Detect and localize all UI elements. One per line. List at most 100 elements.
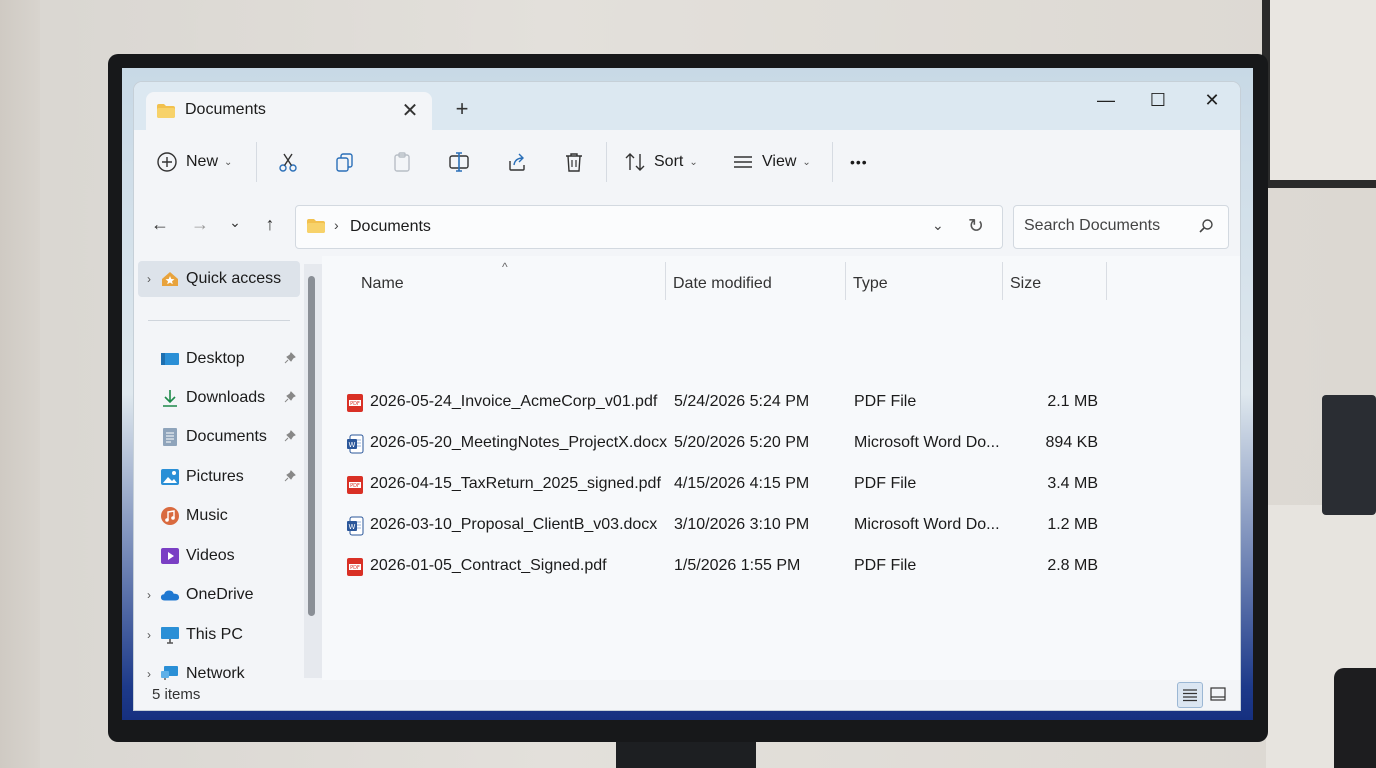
forward-button[interactable]: → — [188, 214, 212, 238]
view-button[interactable]: View ⌄ — [732, 148, 811, 176]
details-view-button[interactable] — [1177, 682, 1203, 708]
column-header-size[interactable]: Size — [1010, 266, 1041, 302]
share-button[interactable] — [506, 148, 528, 176]
address-dropdown-button[interactable]: ⌄ — [932, 217, 944, 234]
maximize-button[interactable]: ☐ — [1138, 90, 1178, 120]
word-icon: W — [346, 516, 364, 541]
file-list: Name ^ Date modified Type Size PDF 2026-… — [322, 256, 1240, 680]
rename-icon — [448, 151, 470, 173]
svg-text:W: W — [349, 523, 356, 531]
new-tab-button[interactable]: + — [450, 96, 474, 122]
up-button[interactable]: ↑ — [258, 214, 282, 238]
file-date-modified: 1/5/2026 1:55 PM — [674, 557, 801, 574]
rename-button[interactable] — [448, 148, 470, 176]
pictures-icon — [160, 467, 180, 487]
sidebar-item-pictures[interactable]: Pictures — [138, 459, 300, 495]
column-divider[interactable] — [665, 262, 666, 300]
expand-chevron-icon[interactable]: › — [138, 588, 160, 602]
pdf-icon: PDF — [346, 475, 364, 500]
navigation-pane: › Quick access Desktop Downloads Documen… — [134, 256, 322, 710]
file-row[interactable]: PDF 2026-05-24_Invoice_AcmeCorp_v01.pdf … — [342, 384, 1122, 422]
view-button-label: View — [762, 153, 797, 170]
file-size: 2.1 MB — [1047, 393, 1098, 410]
file-size: 1.2 MB — [1047, 516, 1098, 533]
sidebar-item-label: OneDrive — [186, 586, 254, 603]
sidebar-item-downloads[interactable]: Downloads — [138, 380, 300, 416]
sidebar-item-videos[interactable]: Videos — [138, 538, 300, 574]
background-device — [1322, 395, 1376, 515]
tab-documents[interactable]: Documents ✕ — [146, 92, 432, 130]
desktop-icon — [160, 349, 180, 369]
command-bar: New ⌄ Sort ⌄ View ⌄ ••• — [134, 130, 1240, 195]
file-row[interactable]: W 2026-03-10_Proposal_ClientB_v03.docx 3… — [342, 507, 1122, 545]
pdf-icon: PDF — [346, 557, 364, 582]
cut-button[interactable] — [277, 148, 299, 176]
pdf-icon: PDF — [346, 393, 364, 418]
sidebar-item-quick-access[interactable]: › Quick access — [138, 261, 300, 297]
sidebar-item-desktop[interactable]: Desktop — [138, 341, 300, 377]
folder-icon — [156, 103, 176, 124]
file-row[interactable]: W 2026-05-20_MeetingNotes_ProjectX.docx … — [342, 425, 1122, 463]
column-header-label: Date modified — [673, 275, 772, 292]
expand-chevron-icon[interactable]: › — [138, 272, 160, 286]
file-name: 2026-04-15_TaxReturn_2025_signed.pdf — [370, 475, 661, 492]
expand-chevron-icon[interactable]: › — [138, 628, 160, 642]
back-button[interactable]: ← — [148, 214, 172, 238]
file-size: 2.8 MB — [1047, 557, 1098, 574]
svg-text:PDF: PDF — [350, 565, 360, 571]
file-row[interactable]: PDF 2026-04-15_TaxReturn_2025_signed.pdf… — [342, 466, 1122, 504]
column-header-type[interactable]: Type — [853, 266, 888, 302]
search-input[interactable] — [1022, 216, 1196, 236]
tab-close-button[interactable]: ✕ — [398, 98, 422, 123]
clipboard-icon — [391, 151, 413, 173]
file-date-modified: 5/24/2026 5:24 PM — [674, 393, 810, 410]
breadcrumb-documents[interactable]: Documents — [350, 218, 431, 236]
column-header-date-modified[interactable]: Date modified — [673, 266, 772, 302]
copy-button[interactable] — [334, 148, 356, 176]
pin-icon — [284, 351, 296, 367]
column-divider[interactable] — [845, 262, 846, 300]
sidebar-item-onedrive[interactable]: › OneDrive — [138, 577, 300, 613]
file-type: Microsoft Word Do... — [854, 434, 1000, 451]
sidebar-item-label: This PC — [186, 626, 243, 643]
refresh-button[interactable]: ↻ — [968, 215, 984, 238]
new-button[interactable]: New ⌄ — [156, 148, 232, 176]
chevron-down-icon: ⌄ — [802, 156, 811, 168]
column-header-label: Type — [853, 275, 888, 292]
file-type: Microsoft Word Do... — [854, 516, 1000, 533]
sort-button[interactable]: Sort ⌄ — [624, 148, 698, 176]
monitor-icon — [160, 625, 180, 645]
delete-button[interactable] — [563, 148, 585, 176]
sidebar-item-music[interactable]: Music — [138, 498, 300, 534]
document-icon — [160, 427, 180, 447]
large-icons-view-button[interactable] — [1206, 682, 1230, 706]
star-home-icon — [160, 269, 180, 289]
more-options-button[interactable]: ••• — [850, 148, 868, 176]
download-icon — [160, 388, 180, 408]
sidebar-item-documents[interactable]: Documents — [138, 419, 300, 455]
sort-ascending-icon: ^ — [502, 260, 508, 274]
recent-locations-button[interactable]: ⌄ — [223, 214, 247, 238]
minimize-button[interactable]: — — [1086, 90, 1126, 120]
chevron-down-icon: ⌄ — [224, 156, 233, 168]
close-button[interactable]: ✕ — [1192, 90, 1232, 120]
monitor-stand — [616, 738, 756, 768]
status-bar: 5 items — [134, 680, 1240, 710]
more-icon: ••• — [850, 154, 868, 170]
column-divider[interactable] — [1002, 262, 1003, 300]
scissors-icon — [277, 151, 299, 173]
column-header-name[interactable]: Name — [361, 266, 404, 302]
column-divider[interactable] — [1106, 262, 1107, 300]
sort-icon — [624, 151, 646, 173]
sidebar-item-this-pc[interactable]: › This PC — [138, 617, 300, 653]
address-bar[interactable]: › Documents ⌄ ↻ — [295, 205, 1003, 249]
paste-button[interactable] — [391, 148, 413, 176]
sidebar-item-label: Pictures — [186, 468, 244, 485]
file-row[interactable]: PDF 2026-01-05_Contract_Signed.pdf 1/5/2… — [342, 548, 1122, 586]
sidebar-scrollbar-thumb[interactable] — [308, 276, 315, 616]
svg-text:W: W — [349, 441, 356, 449]
search-icon[interactable] — [1198, 218, 1214, 239]
sidebar-item-label: Quick access — [186, 270, 282, 287]
tab-label: Documents — [185, 101, 266, 118]
expand-chevron-icon[interactable]: › — [138, 667, 160, 681]
